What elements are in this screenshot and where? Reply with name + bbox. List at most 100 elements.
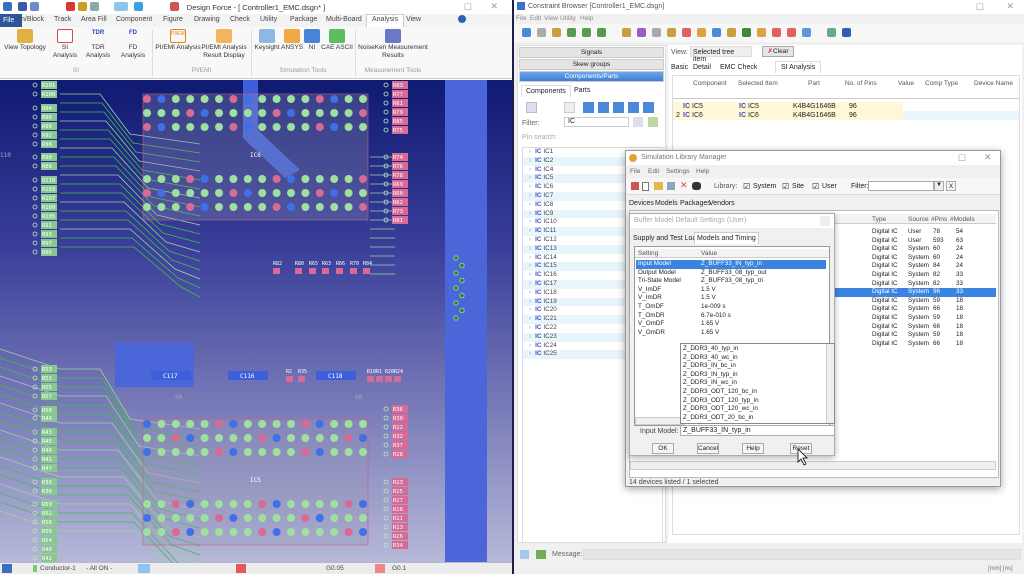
clear-button[interactable]: ✗Clear bbox=[762, 46, 794, 57]
toolbar-icon[interactable] bbox=[742, 28, 751, 37]
sim-menu-help[interactable]: Help bbox=[696, 168, 709, 175]
device-row[interactable]: Digital IC System 66 18 bbox=[866, 305, 996, 314]
user-checkbox[interactable]: ☑ bbox=[812, 182, 819, 191]
resistor-label[interactable]: R45 bbox=[42, 439, 52, 445]
dropdown-option[interactable]: Z_DDR3_40_wc_in bbox=[683, 354, 738, 363]
tab-package[interactable]: Package bbox=[290, 16, 317, 23]
si-analysis-button[interactable]: SI Analysis bbox=[50, 27, 80, 60]
setting-row[interactable]: V_OmDF 1.65 V bbox=[636, 320, 826, 329]
toolbar-icon[interactable] bbox=[772, 28, 781, 37]
resistor-label[interactable]: R62 bbox=[393, 200, 403, 206]
resistor-label[interactable]: R37 bbox=[393, 443, 403, 449]
sim-menu-file[interactable]: File bbox=[630, 168, 640, 175]
resistor-label[interactable]: R91 bbox=[42, 223, 52, 229]
close-button[interactable]: ✕ bbox=[984, 152, 992, 163]
piemi-analysis-button[interactable]: PI/EMI PI/EMI Analysis bbox=[155, 27, 201, 52]
diode-icon[interactable] bbox=[628, 102, 639, 113]
clear-filter-button[interactable]: X bbox=[946, 181, 956, 191]
resistor-label[interactable]: R26 bbox=[393, 534, 403, 540]
chevron-right-icon[interactable]: › bbox=[529, 262, 531, 269]
resistor-label[interactable]: R10 bbox=[367, 369, 376, 375]
dropdown-option[interactable]: Z_DDR3_ODT_20_bc_in bbox=[683, 414, 753, 423]
horizontal-scrollbar[interactable] bbox=[630, 461, 996, 470]
ni-button[interactable]: NI bbox=[303, 27, 321, 52]
noiseken-button[interactable]: NoiseKen Measurement Results bbox=[358, 27, 428, 60]
col-source[interactable]: Source bbox=[908, 216, 929, 223]
home-icon[interactable] bbox=[526, 102, 537, 113]
resistor-label[interactable]: R79 bbox=[393, 110, 403, 116]
tab-components[interactable]: Components bbox=[521, 85, 571, 97]
setting-row[interactable]: T_OmDF 1e-009 s bbox=[636, 303, 826, 312]
chevron-right-icon[interactable]: › bbox=[529, 298, 531, 305]
toolbar-icon[interactable] bbox=[637, 28, 646, 37]
filter-icon[interactable] bbox=[564, 102, 575, 113]
tab-multi-board[interactable]: Multi-Board bbox=[326, 16, 362, 23]
resistor-label[interactable]: R24 bbox=[394, 369, 403, 375]
device-row[interactable]: Digital IC System 59 18 bbox=[866, 297, 996, 306]
chip-icon[interactable] bbox=[643, 102, 654, 113]
resistor-label[interactable]: R25 bbox=[393, 489, 403, 495]
resistor-label[interactable]: R81 bbox=[393, 218, 403, 224]
resistor-label[interactable]: R38 bbox=[42, 489, 52, 495]
open-icon[interactable] bbox=[654, 182, 663, 190]
resistor-label[interactable]: R75 bbox=[393, 128, 403, 134]
chevron-right-icon[interactable]: › bbox=[529, 210, 531, 217]
chevron-right-icon[interactable]: › bbox=[529, 280, 531, 287]
wifi-icon[interactable] bbox=[520, 550, 529, 559]
resistor-label[interactable]: R27 bbox=[393, 498, 403, 504]
close-button[interactable]: ✕ bbox=[490, 1, 498, 12]
tab-si-analysis[interactable]: SI Analysis bbox=[775, 61, 822, 73]
toolbar-icon[interactable] bbox=[582, 28, 591, 37]
resistor-label[interactable]: R49 bbox=[42, 416, 52, 422]
toolbar-icon[interactable] bbox=[787, 28, 796, 37]
chevron-right-icon[interactable]: › bbox=[529, 324, 531, 331]
resistor-label[interactable]: R54 bbox=[42, 538, 53, 544]
setting-row[interactable]: V_ImDR 1.5 V bbox=[636, 294, 826, 303]
resistor-label[interactable]: R95 bbox=[42, 250, 52, 256]
cae-ascii-button[interactable]: CAE ASCII bbox=[321, 27, 353, 52]
accordion-skew-groups[interactable]: Skew groups bbox=[519, 59, 664, 70]
chevron-right-icon[interactable]: › bbox=[529, 245, 531, 252]
device-row[interactable]: Digital IC System 66 18 bbox=[866, 323, 996, 332]
toolbar-icon[interactable] bbox=[842, 28, 851, 37]
run-icon[interactable] bbox=[648, 117, 658, 127]
resistor-label[interactable]: R13 bbox=[393, 525, 403, 531]
resistor-label[interactable]: R51 bbox=[42, 376, 52, 382]
tab-component[interactable]: Component bbox=[116, 16, 152, 23]
menu-view[interactable]: View bbox=[544, 15, 558, 22]
device-row[interactable]: Digital IC System 60 24 bbox=[866, 254, 996, 263]
dropdown-option[interactable]: Z_DDR3_IN_wc_in bbox=[683, 379, 737, 388]
tab-emc-check[interactable]: EMC Check bbox=[720, 64, 757, 71]
close-button[interactable] bbox=[820, 216, 830, 226]
filter-input[interactable]: IC bbox=[564, 117, 629, 127]
resistor-label[interactable]: R94 bbox=[42, 106, 53, 112]
chevron-right-icon[interactable]: › bbox=[529, 192, 531, 199]
table-row[interactable]: IC IC5 IC IC5 K4B4G1646B 96 bbox=[673, 102, 1019, 111]
resistor-label[interactable]: R41 bbox=[42, 457, 52, 463]
tab-area-fill[interactable]: Area Fill bbox=[81, 16, 107, 23]
setting-row[interactable]: V_ImDF 1.5 V bbox=[636, 286, 826, 295]
resistor-label[interactable]: R101 bbox=[42, 83, 55, 89]
sim-menu-settings[interactable]: Settings bbox=[666, 168, 690, 175]
resistor-label[interactable]: R63 bbox=[322, 261, 331, 267]
toolbar-icon[interactable] bbox=[727, 28, 736, 37]
tdr-analysis-button[interactable]: TDR TDR Analysis bbox=[79, 27, 117, 60]
view-topology-button[interactable]: View Topology bbox=[1, 27, 49, 52]
chevron-right-icon[interactable]: › bbox=[529, 271, 531, 278]
col-device-name[interactable]: Device Name bbox=[974, 80, 1013, 87]
input-model-select[interactable]: Z_BUFF33_IN_typ_in bbox=[680, 425, 835, 436]
drc-icon[interactable] bbox=[236, 564, 246, 573]
col-component[interactable]: Component bbox=[693, 80, 727, 87]
help-icon[interactable] bbox=[458, 15, 466, 23]
dropdown-option[interactable]: Z_DDR3_40_typ_in bbox=[683, 345, 738, 354]
toolbar-icon[interactable] bbox=[697, 28, 706, 37]
chevron-right-icon[interactable]: › bbox=[529, 315, 531, 322]
device-row[interactable]: Digital IC User 593 63 bbox=[866, 237, 996, 246]
menu-help[interactable]: Help bbox=[580, 15, 593, 22]
resistor-label[interactable]: R70 bbox=[350, 261, 359, 267]
col-value[interactable]: Value bbox=[898, 80, 914, 87]
capacitor-label[interactable]: C117 bbox=[163, 373, 178, 380]
filter-dropdown-icon[interactable]: ▼ bbox=[934, 181, 944, 191]
layer-select[interactable]: Conductor-1 bbox=[40, 565, 76, 572]
chevron-right-icon[interactable]: › bbox=[529, 166, 531, 173]
